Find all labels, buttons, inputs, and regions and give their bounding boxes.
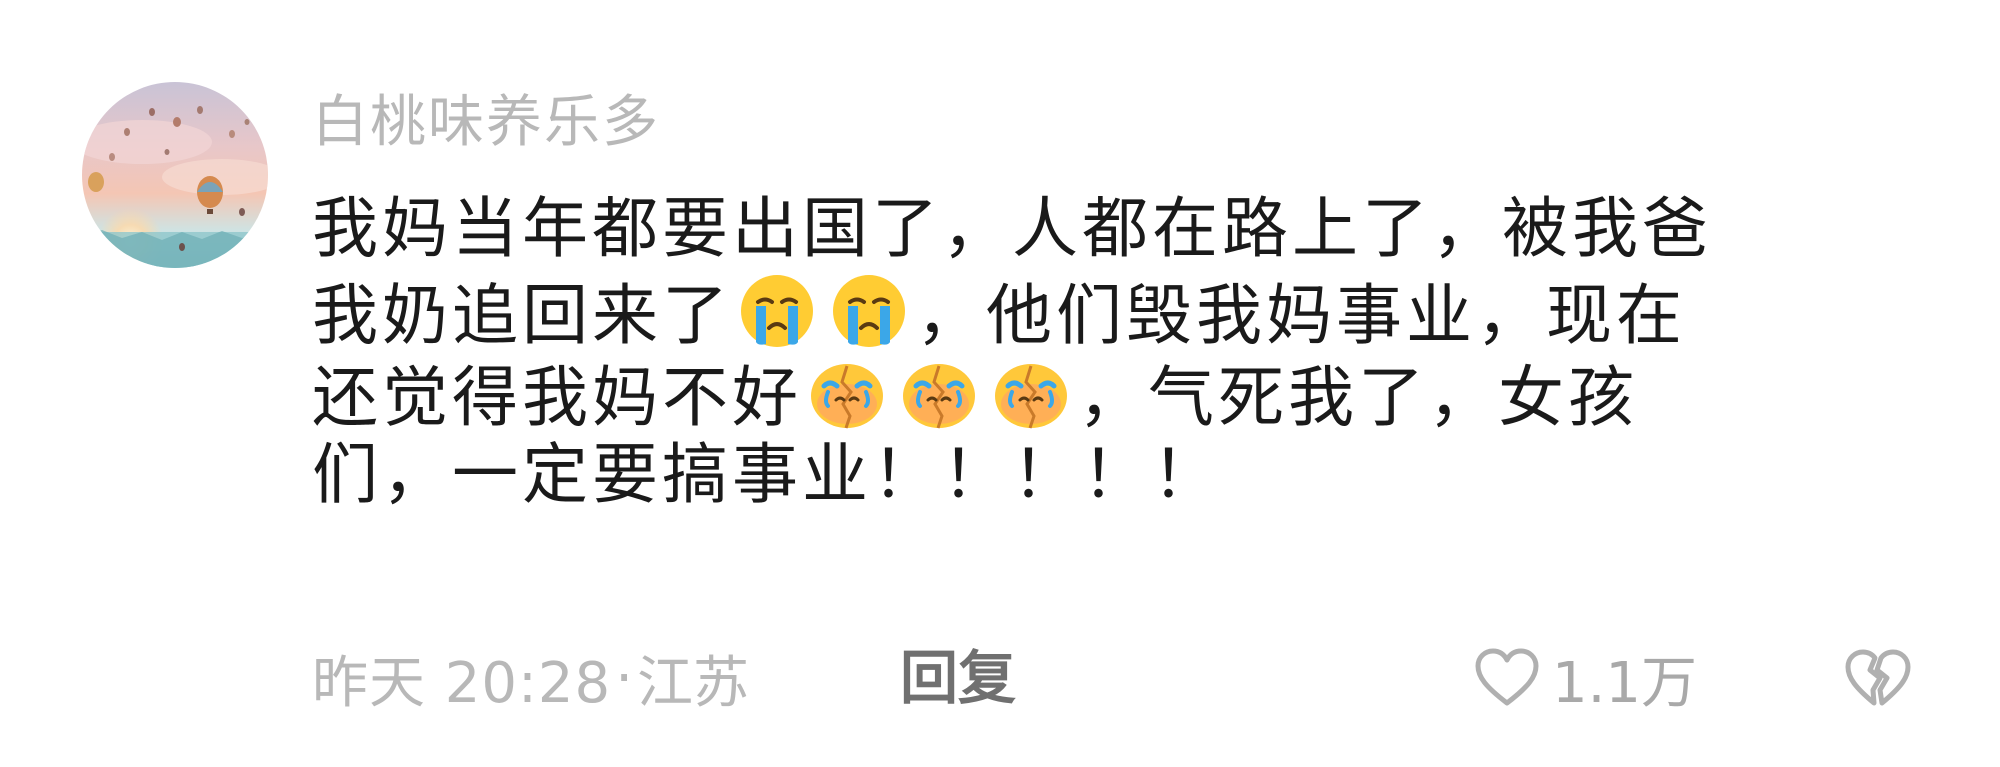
- crying-face-icon: [828, 270, 910, 352]
- like-count: 1.1万: [1552, 650, 1698, 716]
- broken-heart-outline-icon: [1845, 649, 1911, 706]
- comment-line-1: 我妈当年都要出国了，人都在路上了，被我爸: [312, 190, 1712, 267]
- comment-line-2: 我奶追回来了 ，他们毁我妈事业，现在: [312, 270, 1872, 354]
- comment-text-segment: 还觉得我妈不好: [312, 359, 802, 436]
- avatar[interactable]: [82, 82, 268, 268]
- heart-outline-icon: [1475, 648, 1539, 706]
- comment-meta: 昨天 20:28 · 江苏: [312, 640, 749, 716]
- username[interactable]: 白桃味养乐多: [312, 88, 660, 158]
- comment-line-4: 们，一定要搞事业！！！！！: [312, 436, 1222, 513]
- crying-face-icon: [736, 270, 818, 352]
- dislike-button[interactable]: [1840, 640, 1916, 716]
- comment-text-segment: 我奶追回来了: [312, 277, 732, 354]
- reply-button[interactable]: 回复: [900, 640, 1016, 716]
- hot-air-balloon-sunset-avatar-icon: [82, 82, 268, 268]
- location: 江苏: [637, 650, 749, 716]
- broken-heart-crying-face-icon: [898, 352, 980, 434]
- timestamp: 昨天 20:28: [312, 650, 612, 716]
- comment-text: 我妈当年都要出国了，人都在路上了，被我爸 我奶追回来了 ，他们毁我妈事业，现在 …: [312, 188, 1872, 516]
- meta-separator: ·: [615, 645, 633, 711]
- comment-text-segment: ，气死我了，女孩: [1078, 359, 1638, 436]
- like-button[interactable]: 1.1万: [1470, 636, 1697, 720]
- broken-heart-crying-face-icon: [990, 352, 1072, 434]
- comment-line-3: 还觉得我妈不好 ，气死我了，女孩: [312, 352, 1872, 436]
- comment-item: 白桃味养乐多 我妈当年都要出国了，人都在路上了，被我爸 我奶追回来了 ，他们毁我…: [0, 0, 2000, 767]
- broken-heart-crying-face-icon: [806, 352, 888, 434]
- comment-text-segment: ，他们毁我妈事业，现在: [916, 277, 1686, 354]
